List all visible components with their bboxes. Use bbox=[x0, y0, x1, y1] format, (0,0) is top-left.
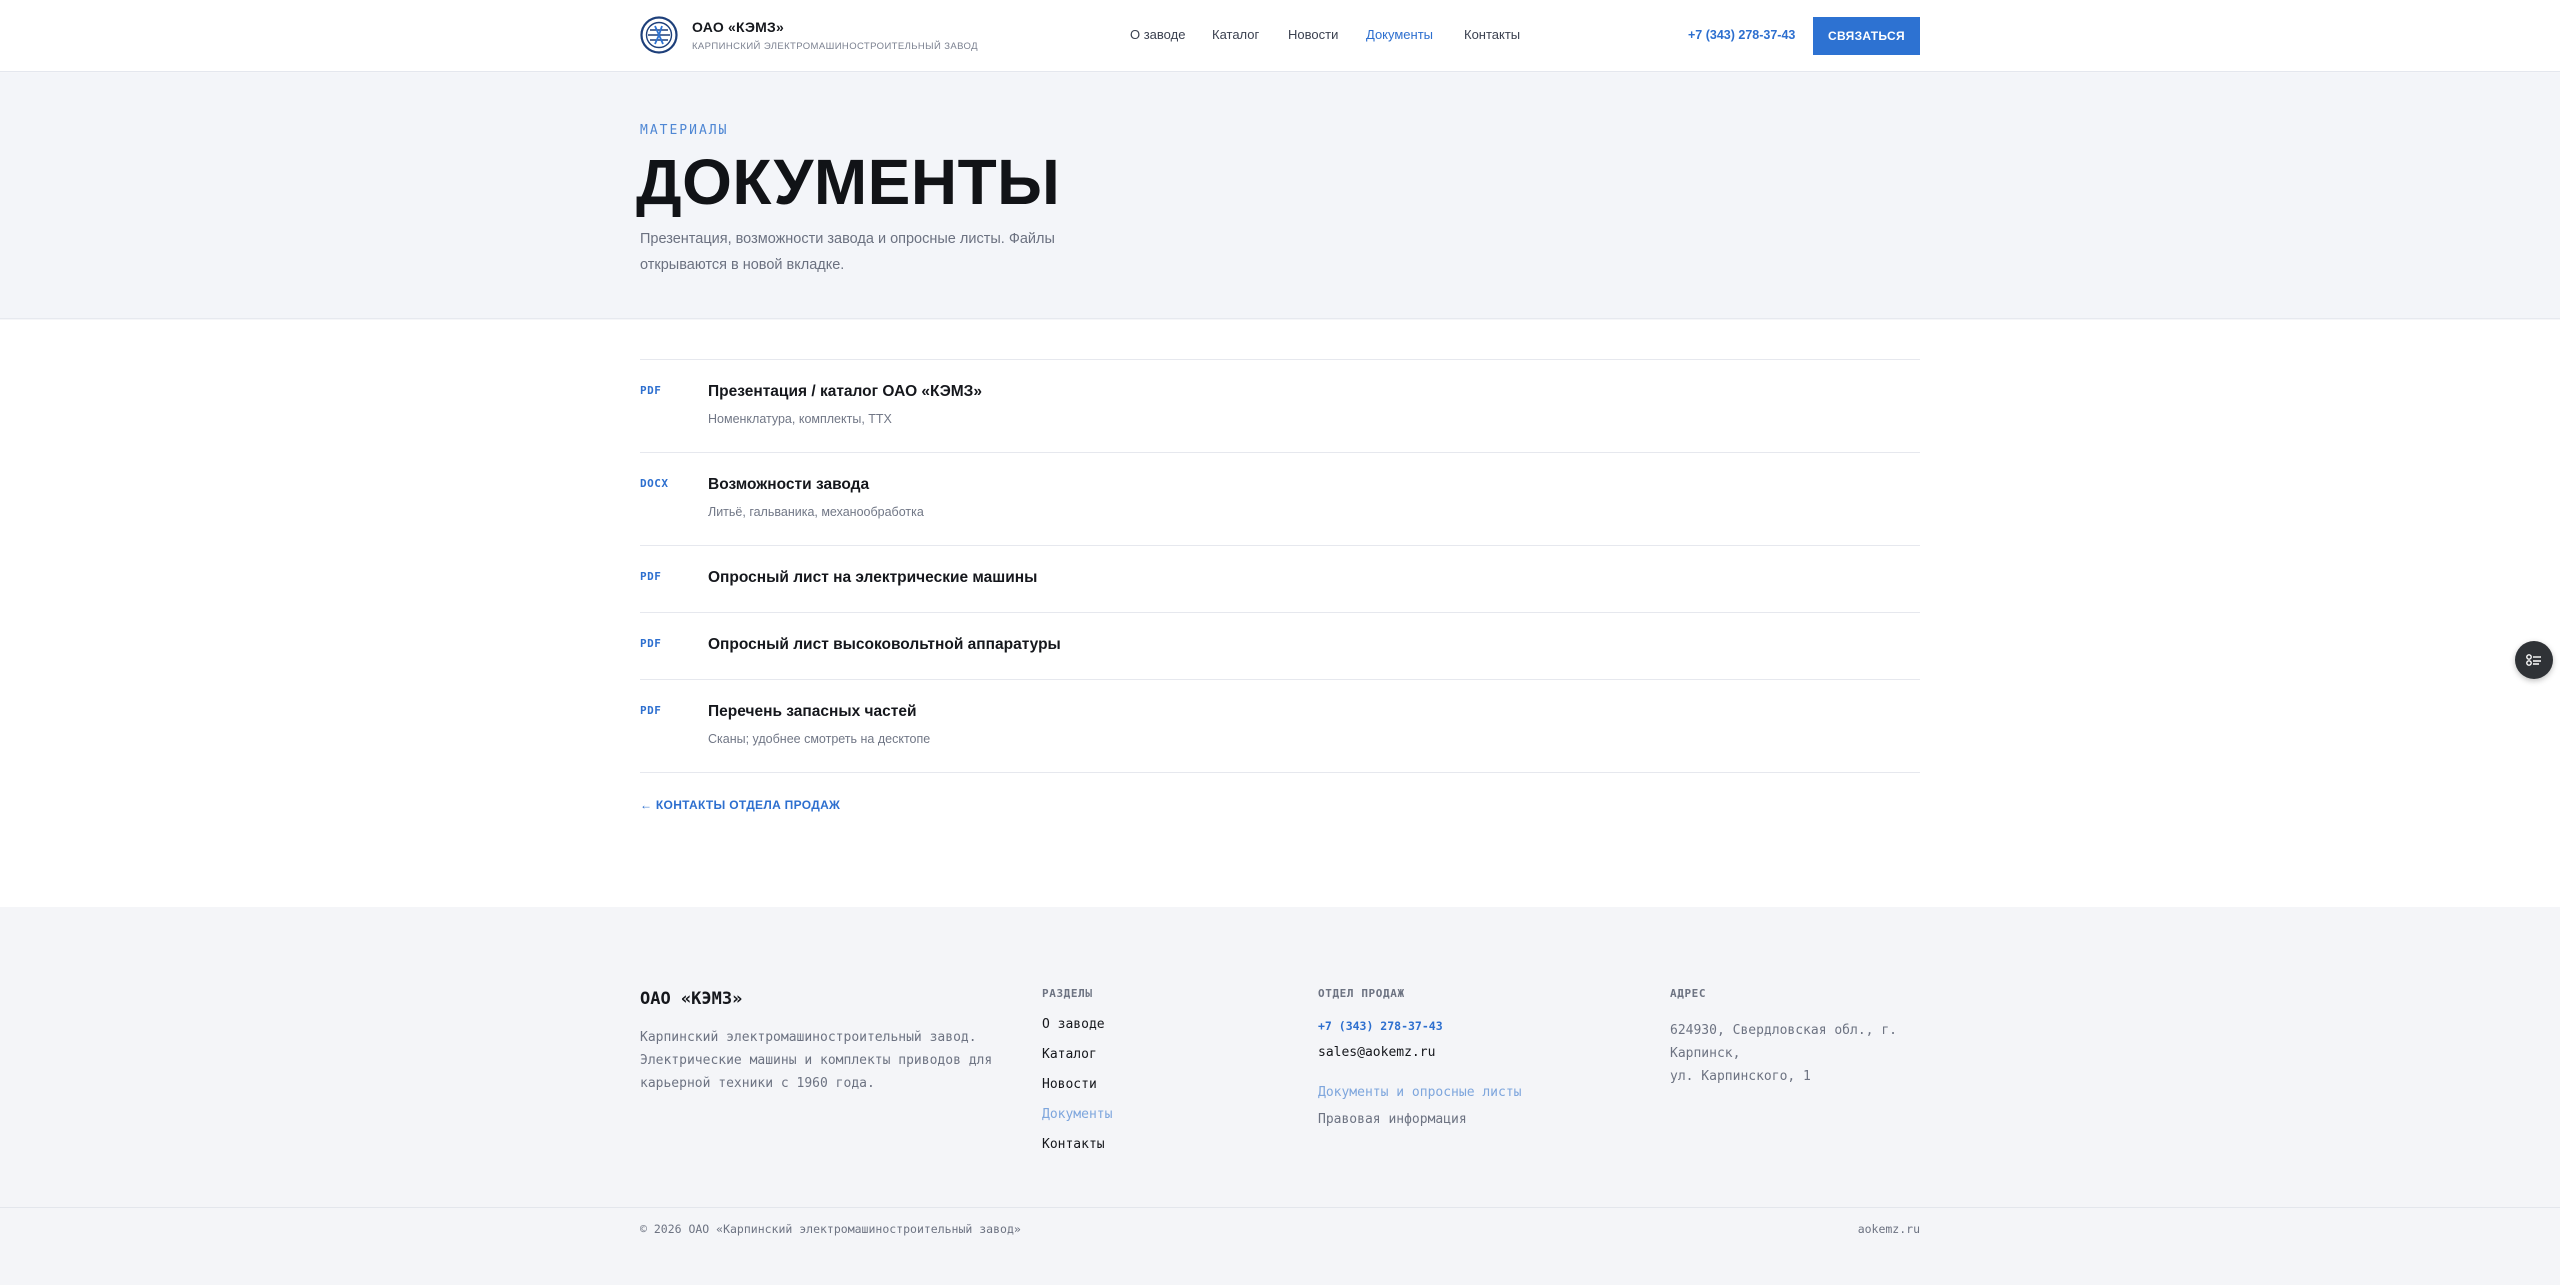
file-type-badge: PDF bbox=[640, 637, 662, 650]
page-hero: Материалы ДОКУМЕНТЫ Презентация, возможн… bbox=[0, 73, 2560, 319]
document-title[interactable]: Опросный лист на электрические машины bbox=[708, 569, 1037, 587]
document-list: PDF Презентация / каталог ОАО «КЭМЗ» Ном… bbox=[640, 359, 1920, 773]
nav-item-about[interactable]: О заводе bbox=[1130, 27, 1185, 42]
site-header: ОАО «КЭМЗ» Карпинский электромашинострои… bbox=[0, 0, 2560, 72]
copyright: © 2026 ОАО «Карпинский электромашиностро… bbox=[640, 1222, 1021, 1236]
footer-about: Карпинский электромашиностроительный зав… bbox=[640, 1030, 993, 1091]
footer-link-news[interactable]: Новости bbox=[1042, 1077, 1112, 1107]
address-line: ул. Карпинского, 1 bbox=[1670, 1069, 1811, 1084]
address-line: 624930, Свердловская обл., г. Карпинск, bbox=[1670, 1023, 1897, 1061]
footer-sections-list: О заводе Каталог Новости Документы Конта… bbox=[1042, 1017, 1112, 1167]
document-description: Номенклатура, комплекты, ТТХ bbox=[708, 412, 892, 426]
main-nav: О заводе Каталог Новости Документы Конта… bbox=[0, 27, 2560, 47]
footer-link-documents[interactable]: Документы bbox=[1042, 1107, 1112, 1137]
documents-main: PDF Презентация / каталог ОАО «КЭМЗ» Ном… bbox=[0, 320, 2560, 907]
page-lead: Презентация, возможности завода и опросн… bbox=[640, 231, 1055, 273]
footer-legal-link[interactable]: Правовая информация bbox=[1318, 1112, 1467, 1127]
document-row[interactable]: PDF Презентация / каталог ОАО «КЭМЗ» Ном… bbox=[640, 360, 1920, 453]
nav-item-news[interactable]: Новости bbox=[1288, 27, 1338, 42]
document-description: Сканы; удобнее смотреть на десктопе bbox=[708, 732, 931, 746]
footer-link-about[interactable]: О заводе bbox=[1042, 1017, 1112, 1047]
section-eyebrow: Материалы bbox=[640, 123, 729, 138]
document-title[interactable]: Презентация / каталог ОАО «КЭМЗ» bbox=[708, 383, 982, 401]
file-type-badge: PDF bbox=[640, 384, 662, 397]
nav-item-documents[interactable]: Документы bbox=[1366, 27, 1433, 42]
document-title[interactable]: Перечень запасных частей bbox=[708, 703, 917, 721]
contact-button[interactable]: Связаться bbox=[1813, 17, 1920, 55]
document-row[interactable]: PDF Опросный лист высоковольтной аппарат… bbox=[640, 613, 1920, 680]
footer-divider bbox=[0, 1207, 2560, 1208]
document-row[interactable]: PDF Опросный лист на электрические машин… bbox=[640, 546, 1920, 613]
floating-settings-button[interactable] bbox=[2515, 641, 2553, 679]
document-title[interactable]: Возможности завода bbox=[708, 476, 869, 494]
document-row[interactable]: DOCX Возможности завода Литьё, гальваник… bbox=[640, 453, 1920, 546]
document-row[interactable]: PDF Перечень запасных частей Сканы; удоб… bbox=[640, 680, 1920, 773]
file-type-badge: PDF bbox=[640, 704, 662, 717]
header-phone-link[interactable]: +7 (343) 278-37-43 bbox=[1688, 28, 1795, 42]
footer-address-title: Адрес bbox=[1670, 987, 1707, 1000]
site-footer: ОАО «КЭМЗ» Карпинский электромашинострои… bbox=[0, 907, 2560, 1285]
document-description: Литьё, гальваника, механообработка bbox=[708, 505, 924, 519]
footer-sales-title: Отдел продаж bbox=[1318, 987, 1405, 1000]
footer-brand: ОАО «КЭМЗ» bbox=[640, 989, 743, 1009]
settings-sliders-icon bbox=[2526, 654, 2541, 666]
footer-docs-link[interactable]: Документы и опросные листы bbox=[1318, 1085, 1522, 1100]
footer-domain[interactable]: aokemz.ru bbox=[1858, 1222, 1920, 1236]
sales-contacts-link[interactable]: ← Контакты отдела продаж bbox=[640, 798, 840, 812]
file-type-badge: PDF bbox=[640, 570, 662, 583]
nav-item-catalog[interactable]: Каталог bbox=[1212, 27, 1259, 42]
footer-email-link[interactable]: sales@aokemz.ru bbox=[1318, 1045, 1435, 1060]
page-title: ДОКУМЕНТЫ bbox=[636, 146, 1061, 218]
footer-sections-title: Разделы bbox=[1042, 987, 1093, 1000]
footer-phone-link[interactable]: +7 (343) 278-37-43 bbox=[1318, 1019, 1443, 1033]
footer-link-contacts[interactable]: Контакты bbox=[1042, 1137, 1112, 1167]
footer-address: 624930, Свердловская обл., г. Карпинск, … bbox=[1670, 1019, 1930, 1088]
footer-link-catalog[interactable]: Каталог bbox=[1042, 1047, 1112, 1077]
document-title[interactable]: Опросный лист высоковольтной аппаратуры bbox=[708, 636, 1061, 654]
file-type-badge: DOCX bbox=[640, 477, 669, 490]
nav-item-contacts[interactable]: Контакты bbox=[1464, 27, 1520, 42]
